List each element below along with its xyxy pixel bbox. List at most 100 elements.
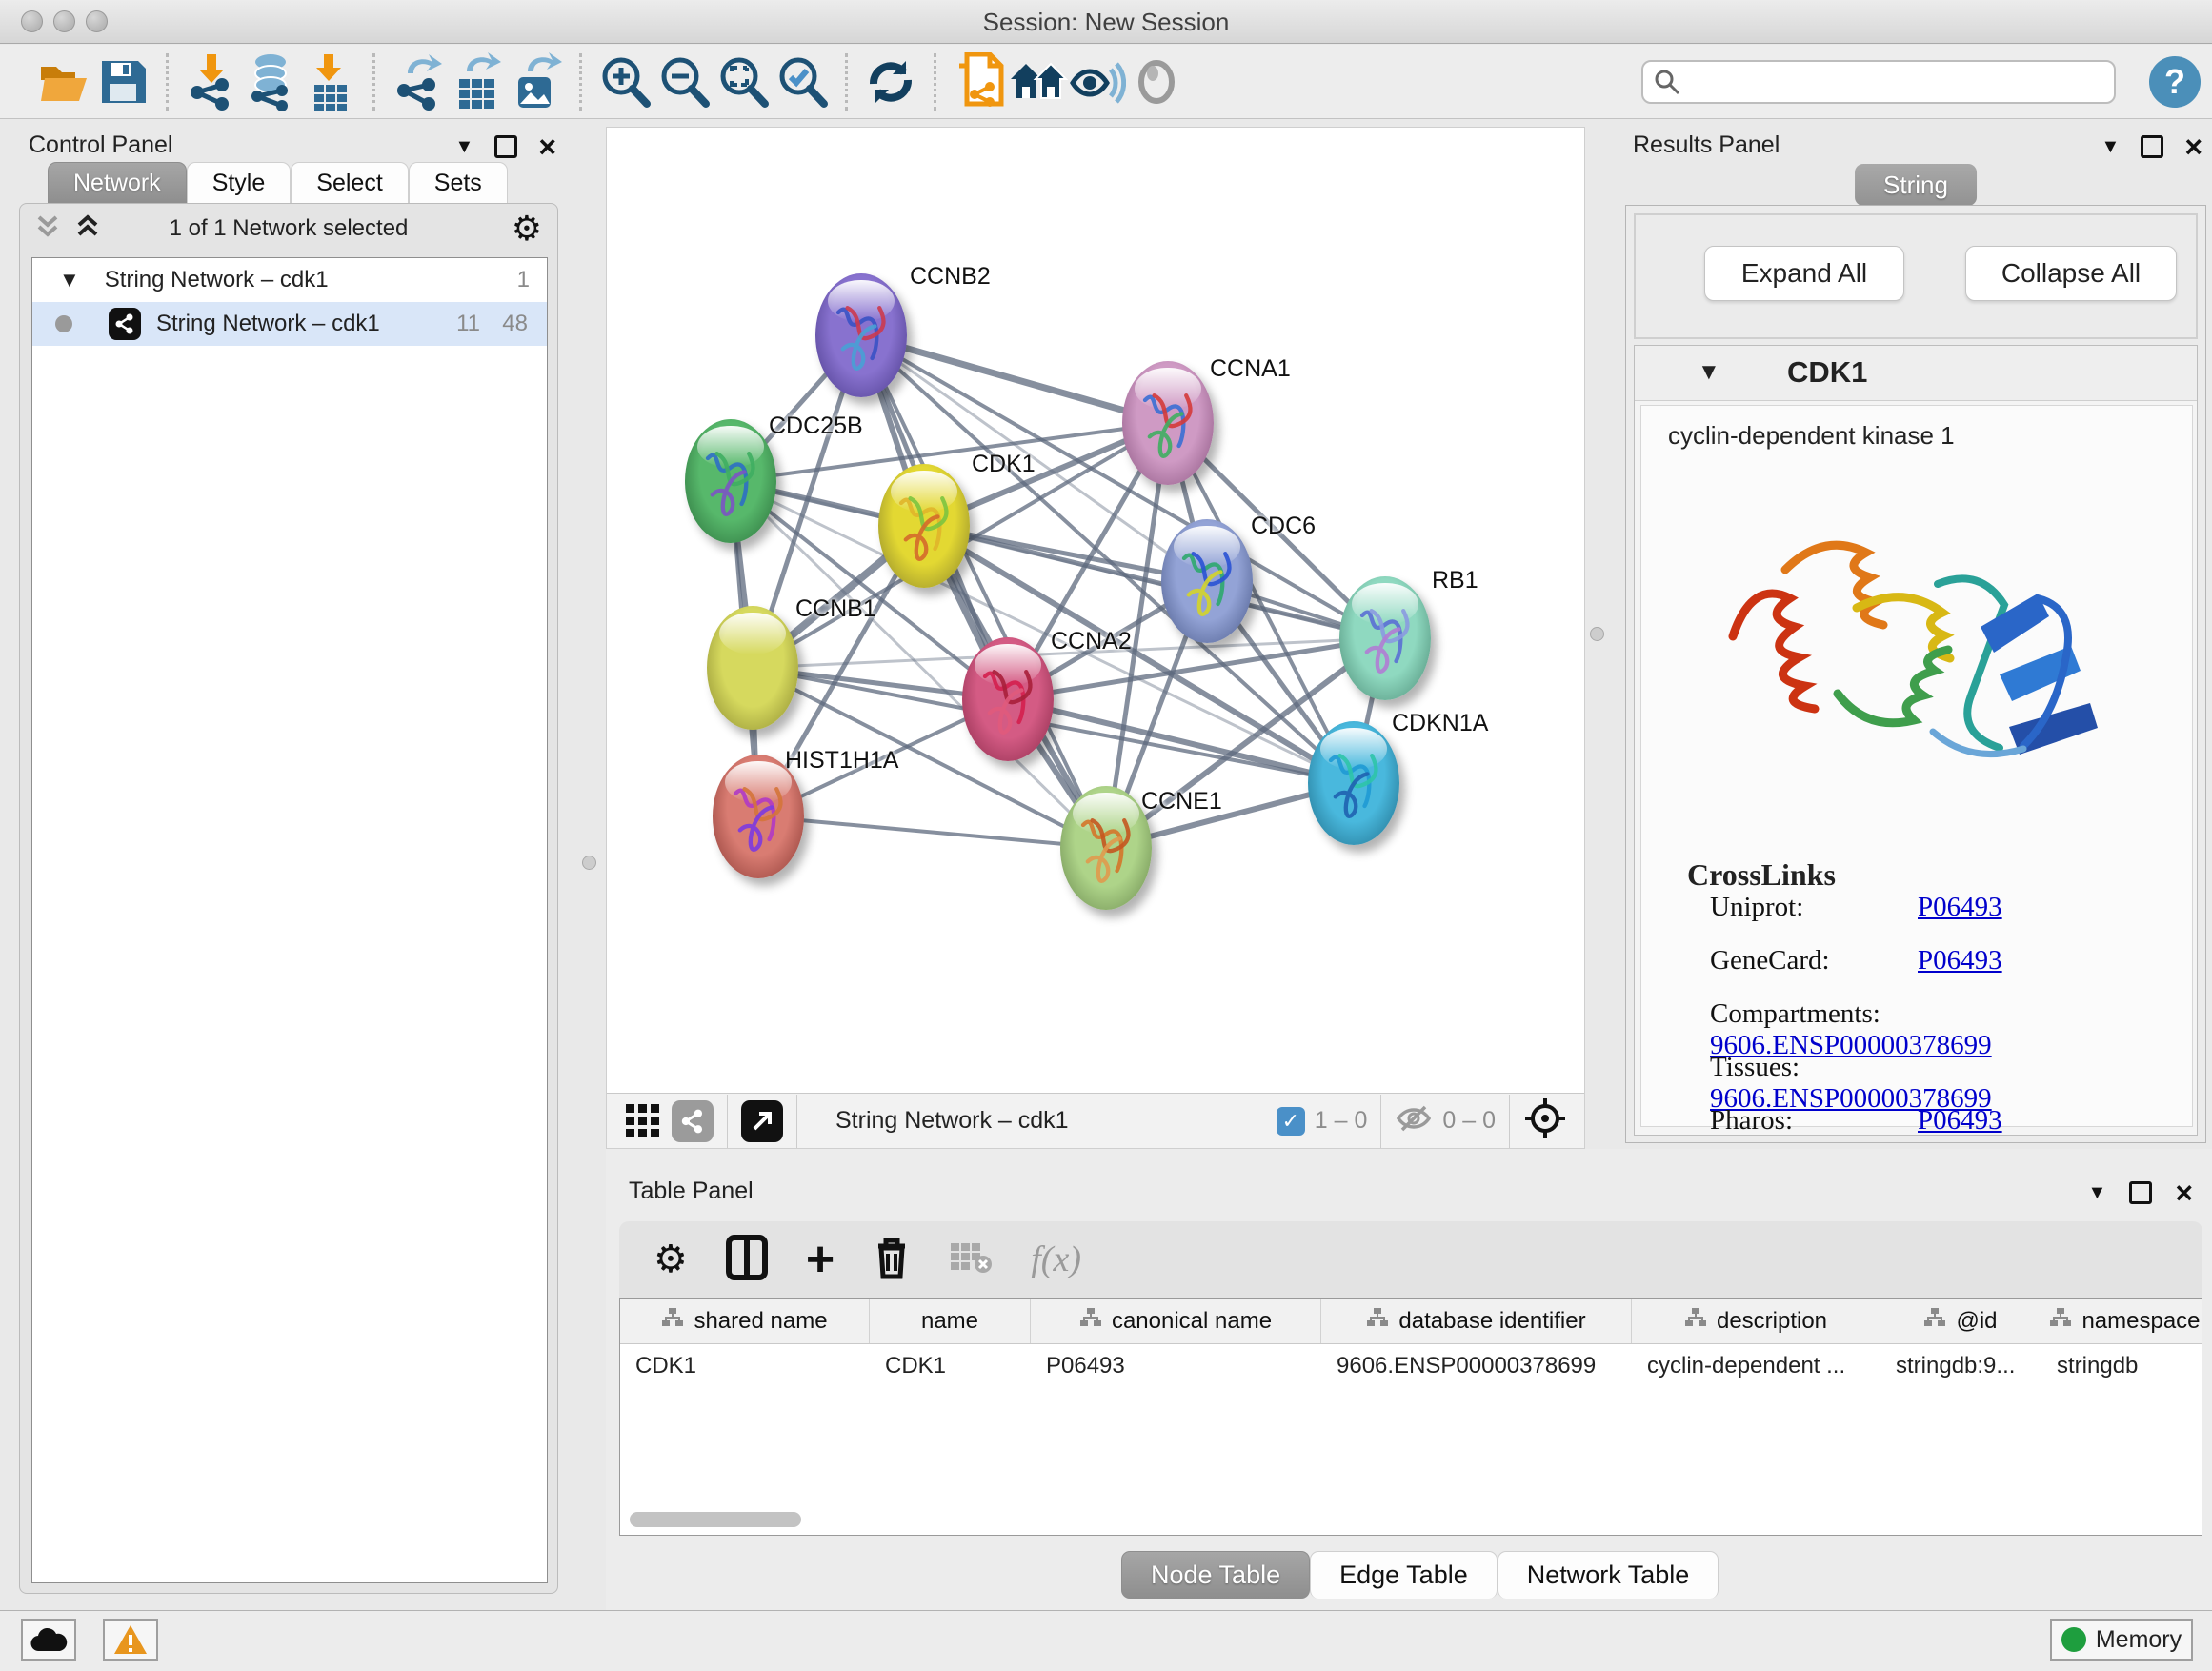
network-share-icon[interactable] <box>672 1100 714 1142</box>
panel-collapse-icon[interactable]: ▼ <box>2088 1183 2107 1202</box>
zoom-in-icon[interactable] <box>595 52 654 111</box>
refresh-layout-icon[interactable] <box>861 52 920 111</box>
table-cell[interactable]: stringdb <box>2041 1344 2202 1388</box>
grid-view-icon[interactable] <box>622 1100 664 1142</box>
panel-collapse-icon[interactable]: ▼ <box>455 137 474 156</box>
export-image-icon[interactable] <box>507 52 566 111</box>
vertical-splitter-handle[interactable] <box>582 856 596 870</box>
crosslink-label: Tissues: <box>1710 1052 1918 1083</box>
table-row[interactable]: CDK1CDK1P064939606.ENSP00000378699cyclin… <box>620 1344 2202 1388</box>
table-cell[interactable]: cyclin-dependent ... <box>1632 1344 1880 1388</box>
table-toolbar: ⚙ + f(x) <box>619 1221 2202 1298</box>
column-header-canonical-name[interactable]: canonical name <box>1031 1299 1321 1343</box>
table-panel: Table Panel ▼ × ⚙ + f(x) shared namename… <box>606 1149 2212 1610</box>
control-panel: Control Panel ▼ × NetworkStyleSelectSets… <box>8 124 570 1601</box>
node-table[interactable]: shared namenamecanonical namedatabase id… <box>619 1298 2202 1536</box>
open-in-new-window-icon[interactable] <box>741 1100 783 1142</box>
panel-close-icon[interactable]: × <box>2175 1178 2193 1208</box>
create-column-icon[interactable]: + <box>806 1235 835 1284</box>
table-cell[interactable]: CDK1 <box>620 1344 870 1388</box>
gene-expand-icon[interactable]: ▼ <box>1698 359 1720 386</box>
node-CCNB2[interactable] <box>815 273 907 397</box>
column-header-@id[interactable]: @id <box>1880 1299 2041 1343</box>
node-CCNB1[interactable] <box>707 606 798 730</box>
show-columns-icon[interactable] <box>726 1235 768 1285</box>
node-CDKN1A[interactable] <box>1308 721 1399 845</box>
network-options-gear-icon[interactable]: ⚙ <box>512 211 542 246</box>
column-header-description[interactable]: description <box>1632 1299 1880 1343</box>
tab-string[interactable]: String <box>1855 164 1977 206</box>
column-header-database-identifier[interactable]: database identifier <box>1321 1299 1632 1343</box>
table-cell[interactable]: 9606.ENSP00000378699 <box>1321 1344 1632 1388</box>
delete-column-icon[interactable] <box>873 1235 911 1285</box>
toolbar-separator <box>166 53 169 111</box>
crosslink-link[interactable]: P06493 <box>1918 1105 2002 1136</box>
network-collection-row[interactable]: ▼ String Network – cdk1 1 <box>32 258 547 302</box>
tab-select[interactable]: Select <box>291 162 408 204</box>
panel-close-icon[interactable]: × <box>2184 131 2202 162</box>
crosslink-link[interactable]: P06493 <box>1918 892 2002 922</box>
node-CDK1[interactable] <box>878 464 970 588</box>
table-cell[interactable]: P06493 <box>1031 1344 1321 1388</box>
vertical-splitter-handle[interactable] <box>1590 627 1604 641</box>
panel-float-icon[interactable] <box>2141 135 2163 158</box>
node-CDC6[interactable] <box>1161 519 1253 643</box>
node-CDC25B[interactable] <box>685 419 776 543</box>
export-network-icon[interactable] <box>389 52 448 111</box>
panel-float-icon[interactable] <box>2129 1181 2152 1204</box>
column-header-namespace[interactable]: namespace <box>2041 1299 2202 1343</box>
column-header-name[interactable]: name <box>870 1299 1031 1343</box>
zoom-fit-icon[interactable] <box>714 52 773 111</box>
export-table-icon[interactable] <box>448 52 507 111</box>
tab-node-table[interactable]: Node Table <box>1121 1551 1310 1599</box>
zoom-out-icon[interactable] <box>654 52 714 111</box>
gene-section-header[interactable]: ▼ CDK1 <box>1635 346 2197 401</box>
eye-disabled-icon[interactable] <box>1127 52 1186 111</box>
node-RB1[interactable] <box>1339 576 1431 700</box>
table-cell[interactable]: CDK1 <box>870 1344 1031 1388</box>
tab-sets[interactable]: Sets <box>409 162 508 204</box>
birds-eye-view-icon[interactable] <box>1523 1097 1567 1145</box>
panel-float-icon[interactable] <box>494 135 517 158</box>
crosslink-row: Pharos:P06493 <box>1710 1105 2002 1137</box>
table-cell[interactable]: stringdb:9... <box>1880 1344 2041 1388</box>
help-icon[interactable]: ? <box>2149 56 2201 108</box>
main-toolbar: ? <box>0 45 2212 119</box>
home-icon[interactable] <box>1009 52 1068 111</box>
document-share-icon[interactable] <box>950 52 1009 111</box>
collection-expand-icon[interactable]: ▼ <box>59 268 80 292</box>
open-session-icon[interactable] <box>34 52 93 111</box>
graphics-details-eye-icon[interactable] <box>1068 52 1127 111</box>
crosslinks-title: CrossLinks <box>1687 857 1836 893</box>
search-field[interactable] <box>1641 60 2116 104</box>
warnings-button[interactable] <box>103 1619 158 1661</box>
tab-style[interactable]: Style <box>187 162 292 204</box>
tab-network-table[interactable]: Network Table <box>1498 1551 1719 1599</box>
node-CCNE1[interactable] <box>1060 786 1152 910</box>
search-input[interactable] <box>1681 69 2091 95</box>
import-network-from-database-icon[interactable] <box>241 52 300 111</box>
tab-edge-table[interactable]: Edge Table <box>1310 1551 1498 1599</box>
panel-collapse-icon[interactable]: ▼ <box>2101 137 2121 156</box>
network-row-selected[interactable]: String Network – cdk1 11 48 <box>32 302 547 346</box>
network-selection-status: 1 of 1 Network selected <box>20 215 557 242</box>
expand-all-button[interactable]: Expand All <box>1704 246 1904 301</box>
tab-network[interactable]: Network <box>48 162 187 204</box>
import-network-icon[interactable] <box>182 52 241 111</box>
network-view[interactable]: CCNB2CCNA1CDC25BCDK1CDC6RB1CCNB1CCNA2CDK… <box>606 127 1585 1149</box>
node-CCNA1[interactable] <box>1122 361 1214 485</box>
selected-checkbox-icon[interactable]: ✓ <box>1277 1107 1305 1136</box>
collapse-all-button[interactable]: Collapse All <box>1965 246 2177 301</box>
crosslink-label: Pharos: <box>1710 1105 1918 1137</box>
panel-close-icon[interactable]: × <box>538 131 556 162</box>
table-options-gear-icon[interactable]: ⚙ <box>654 1240 688 1278</box>
import-table-icon[interactable] <box>300 52 359 111</box>
node-CCNA2[interactable] <box>962 637 1054 761</box>
zoom-selected-icon[interactable] <box>773 52 832 111</box>
crosslink-link[interactable]: P06493 <box>1918 945 2002 976</box>
horizontal-scrollbar[interactable] <box>630 1512 801 1527</box>
memory-button[interactable]: Memory <box>2050 1619 2193 1661</box>
cloud-button[interactable] <box>21 1619 76 1661</box>
save-session-icon[interactable] <box>93 52 152 111</box>
column-header-shared-name[interactable]: shared name <box>620 1299 870 1343</box>
